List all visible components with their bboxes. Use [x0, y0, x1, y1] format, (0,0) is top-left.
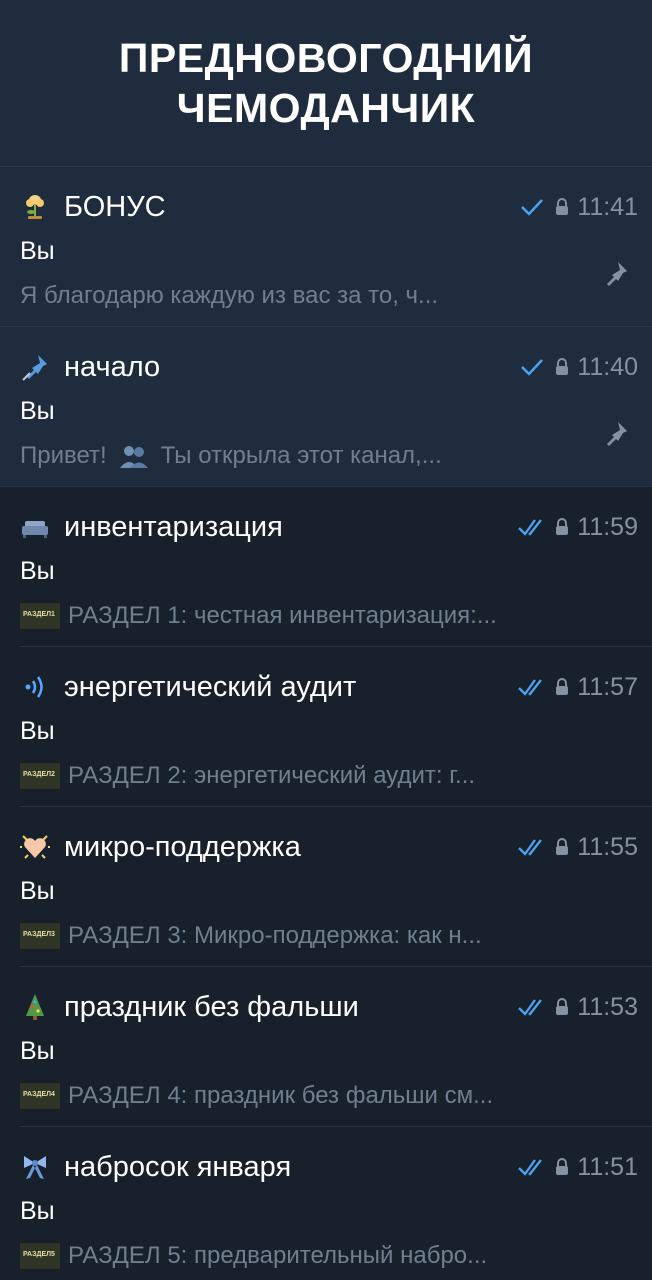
double-check-icon [518, 839, 543, 856]
chat-title: праздник без фальши [64, 990, 359, 1023]
lock-icon [556, 358, 569, 375]
chat-preview-text-a: Привет! [20, 442, 107, 469]
thumbnail-label: РАЗДЕЛ5 [23, 1251, 55, 1258]
chat-preview-text: РАЗДЕЛ 4: праздник без фальши см... [68, 1082, 494, 1109]
preview-thumbnail: РАЗДЕЛ5 [20, 1243, 60, 1269]
chat-title: микро-поддержка [64, 830, 301, 863]
chat-preview: РАЗДЕЛ2 РАЗДЕЛ 2: энергетический аудит: … [20, 759, 592, 793]
pin-icon [607, 262, 627, 286]
preview-thumbnail: РАЗДЕЛ3 [20, 923, 60, 949]
chat-sender: Вы [20, 1037, 55, 1065]
lock-icon [556, 678, 569, 695]
chat-time: 11:57 [577, 672, 638, 701]
chat-preview: РАЗДЕЛ5 РАЗДЕЛ 5: предварительный набро.… [20, 1239, 592, 1273]
chat-item-prazdnik-bez-falshi[interactable]: праздник без фальши 11:53 Вы РАЗДЕЛ4 РАЗ… [0, 967, 652, 1127]
chat-time: 11:51 [577, 1152, 638, 1181]
pushpin-emoji-icon [20, 352, 50, 382]
chat-item-nachalo[interactable]: начало 11:40 Вы Привет! Ты открыла этот … [0, 327, 652, 487]
pin-icon [607, 422, 627, 446]
chat-preview: Я благодарю каждую из вас за то, ч... [20, 279, 592, 313]
chat-title: энергетический аудит [64, 670, 357, 703]
double-check-icon [518, 519, 543, 536]
single-check-icon [521, 199, 544, 216]
lock-icon [556, 998, 569, 1015]
chat-sender: Вы [20, 237, 55, 265]
preview-thumbnail: РАЗДЕЛ4 [20, 1083, 60, 1109]
chat-time: 11:40 [577, 352, 638, 381]
thumbnail-label: РАЗДЕЛ2 [23, 771, 55, 778]
thumbnail-label: РАЗДЕЛ1 [23, 611, 55, 618]
chat-preview-text: РАЗДЕЛ 1: честная инвентаризация:... [68, 602, 497, 629]
people-emoji-icon [119, 446, 148, 468]
lock-icon [556, 518, 569, 535]
chat-preview: РАЗДЕЛ3 РАЗДЕЛ 3: Микро-поддержка: как н… [20, 919, 592, 953]
couch-emoji-icon [20, 512, 50, 542]
chat-time: 11:55 [577, 832, 638, 861]
chat-time: 11:59 [577, 512, 638, 541]
chat-preview: Привет! Ты открыла этот канал,... [20, 439, 592, 473]
chat-title: БОНУС [64, 190, 166, 223]
chat-item-nabrosok-yanvarya[interactable]: набросок января 11:51 Вы РАЗДЕЛ5 РАЗДЕЛ … [0, 1127, 652, 1280]
chat-sender: Вы [20, 877, 55, 905]
thumbnail-label: РАЗДЕЛ4 [23, 1091, 55, 1098]
header-title-line2: ЧЕМОДАНЧИК [176, 85, 476, 131]
chat-title: инвентаризация [64, 510, 283, 543]
chat-sender: Вы [20, 557, 55, 585]
lock-icon [556, 838, 569, 855]
ribbon-emoji-icon [20, 1152, 50, 1182]
flower-emoji-icon [20, 192, 50, 222]
header-title-line1: ПРЕДНОВОГОДНИЙ [118, 35, 534, 81]
double-check-icon [518, 1159, 543, 1176]
chat-preview: РАЗДЕЛ1 РАЗДЕЛ 1: честная инвентаризация… [20, 599, 592, 633]
chat-sender: Вы [20, 1197, 55, 1225]
chat-preview-text: РАЗДЕЛ 5: предварительный набро... [68, 1242, 488, 1269]
chat-time: 11:41 [577, 192, 638, 221]
chat-preview-text: РАЗДЕЛ 2: энергетический аудит: г... [68, 762, 476, 789]
channel-header: ПРЕДНОВОГОДНИЙ ЧЕМОДАНЧИК [0, 0, 652, 166]
preview-thumbnail: РАЗДЕЛ1 [20, 603, 60, 629]
chat-preview-text: РАЗДЕЛ 3: Микро-поддержка: как н... [68, 922, 482, 949]
chat-preview-text-b: Ты открыла этот канал,... [160, 442, 442, 469]
chat-preview: РАЗДЕЛ4 РАЗДЕЛ 4: праздник без фальши см… [20, 1079, 592, 1113]
double-check-icon [518, 999, 543, 1016]
thumbnail-label: РАЗДЕЛ3 [23, 931, 55, 938]
lock-icon [556, 1158, 569, 1175]
chat-item-mikro-podderzhka[interactable]: микро-поддержка 11:55 Вы РАЗДЕЛ3 РАЗДЕЛ … [0, 807, 652, 967]
double-check-icon [518, 679, 543, 696]
chat-time: 11:53 [577, 992, 638, 1021]
lock-icon [556, 198, 569, 215]
chat-preview-text: Я благодарю каждую из вас за то, ч... [20, 282, 439, 309]
chat-title: начало [64, 350, 161, 383]
signal-waves-icon [20, 672, 50, 702]
chat-item-inventarizaciya[interactable]: инвентаризация 11:59 Вы РАЗДЕЛ1 РАЗДЕЛ 1… [0, 487, 652, 647]
sparkling-heart-emoji-icon [20, 832, 50, 862]
chat-item-energeticheskiy-audit[interactable]: энергетический аудит 11:57 Вы РАЗДЕЛ2 РА… [0, 647, 652, 807]
christmas-tree-emoji-icon [20, 992, 50, 1022]
chat-item-bonus[interactable]: БОНУС 11:41 Вы Я благодарю каждую из вас… [0, 167, 652, 327]
single-check-icon [521, 359, 544, 376]
chat-sender: Вы [20, 717, 55, 745]
chat-title: набросок января [64, 1150, 292, 1183]
preview-thumbnail: РАЗДЕЛ2 [20, 763, 60, 789]
chat-sender: Вы [20, 397, 55, 425]
